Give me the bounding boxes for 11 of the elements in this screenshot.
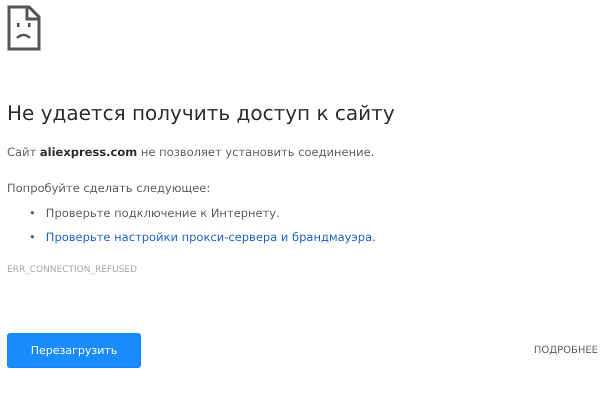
bullet: • xyxy=(29,205,36,222)
reload-button[interactable]: Перезагрузить xyxy=(7,333,141,368)
error-heading: Не удается получить доступ к сайту xyxy=(7,101,396,125)
suggestions-title: Попробуйте сделать следующее: xyxy=(7,181,212,195)
suggestion-text: Проверьте подключение к Интернету. xyxy=(46,205,280,221)
sad-page-icon xyxy=(7,5,41,51)
suggestion-link[interactable]: Проверьте настройки прокси-сервера и брандмауэра. xyxy=(46,229,376,245)
error-message: Сайт aliexpress.com не позволяет установить соединение. xyxy=(7,145,376,159)
details-button[interactable]: ПОДРОБНЕЕ xyxy=(534,345,598,356)
error-code: ERR_CONNECTION_REFUSED xyxy=(7,265,138,275)
bullet: • xyxy=(29,229,36,246)
